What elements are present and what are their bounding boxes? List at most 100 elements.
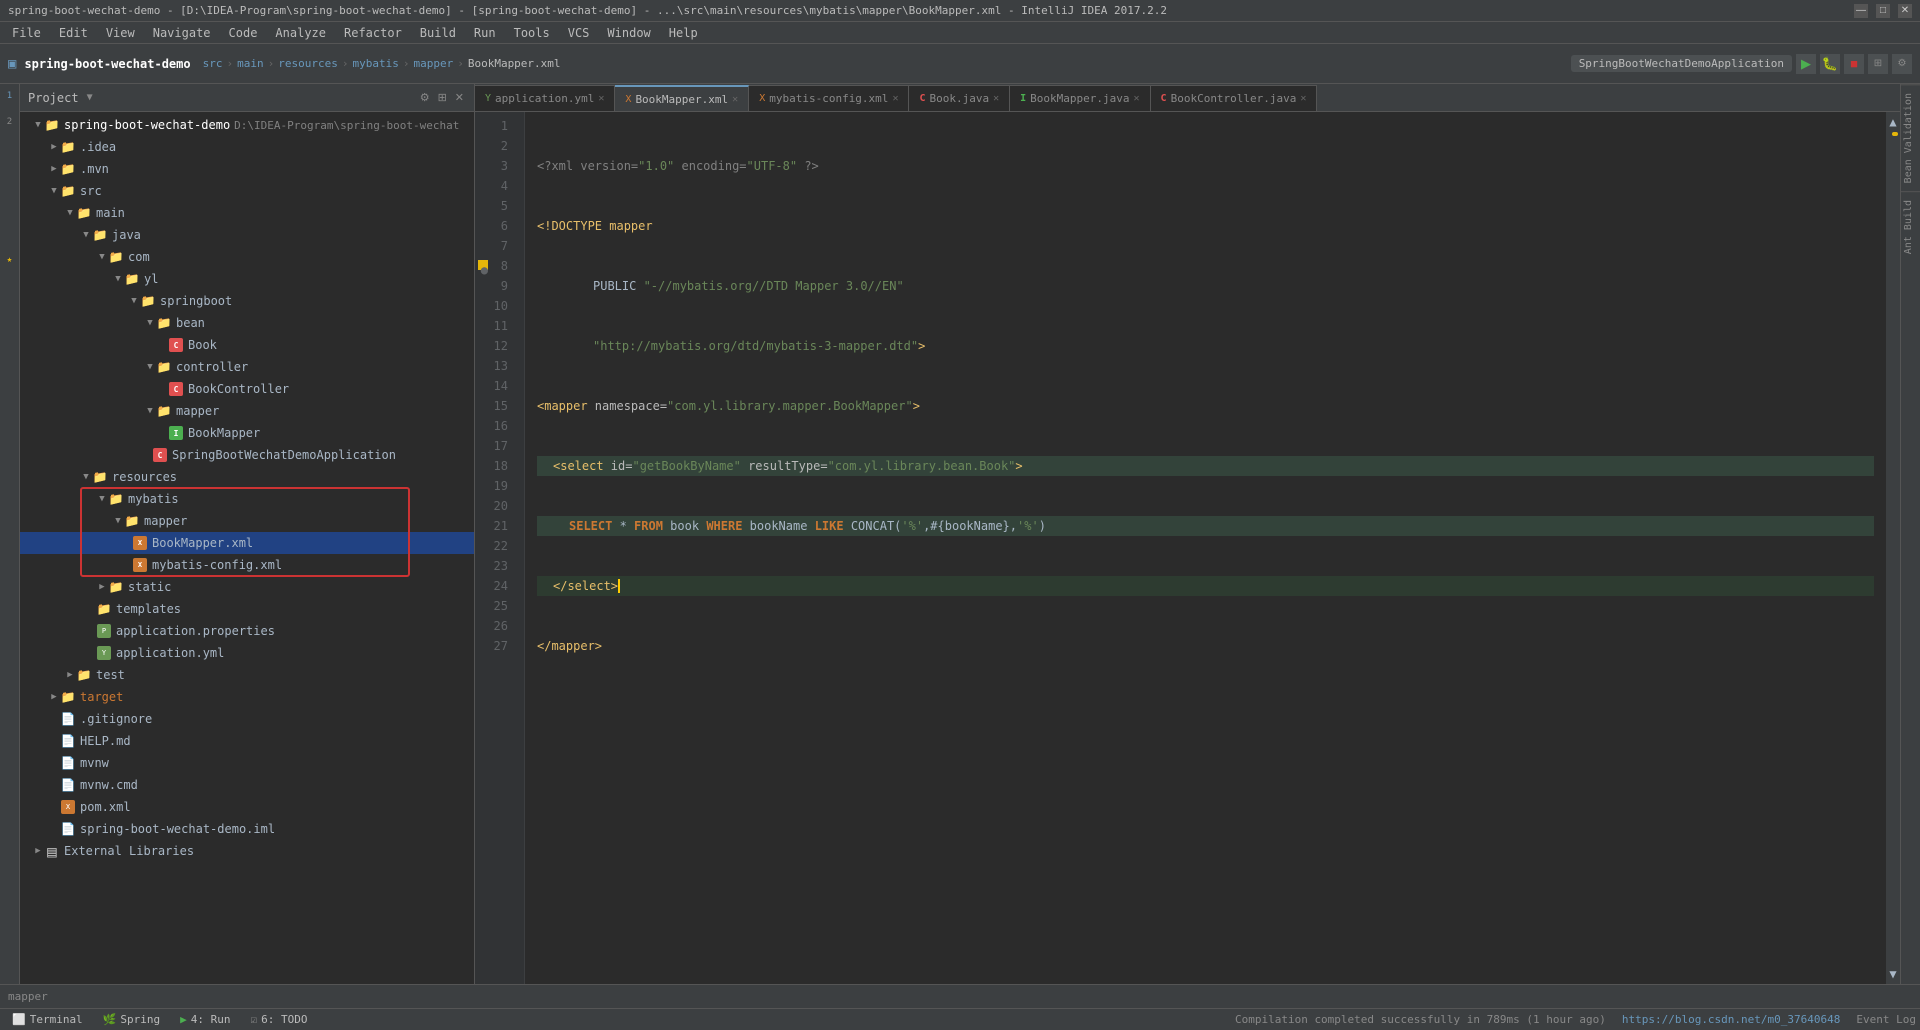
maximize-button[interactable]: □	[1876, 4, 1890, 18]
project-panel-icon[interactable]: 1	[2, 88, 18, 104]
right-panel-ant-build[interactable]: Ant Build	[1901, 191, 1920, 262]
url-link[interactable]: https://blog.csdn.net/m0_37640648	[1622, 1013, 1841, 1026]
tree-item-bookmapper-xml[interactable]: X BookMapper.xml	[20, 532, 474, 554]
breadcrumb-resources[interactable]: resources	[278, 57, 338, 70]
tab-book-java[interactable]: C Book.java ✕	[909, 85, 1010, 111]
menu-vcs[interactable]: VCS	[560, 24, 598, 42]
tree-item-mvnw-cmd[interactable]: 📄 mvnw.cmd	[20, 774, 474, 796]
settings-button[interactable]: ⚙	[1892, 54, 1912, 74]
tree-label-app-yml: application.yml	[116, 646, 224, 660]
tree-item-mvn[interactable]: ▶ 📁 .mvn	[20, 158, 474, 180]
tree-item-main[interactable]: ▼ 📁 main	[20, 202, 474, 224]
menu-help[interactable]: Help	[661, 24, 706, 42]
tree-item-templates[interactable]: 📁 templates	[20, 598, 474, 620]
editor-scrollbar[interactable]: ▲ ▼	[1886, 112, 1900, 984]
menu-refactor[interactable]: Refactor	[336, 24, 410, 42]
tree-item-target[interactable]: ▶ 📁 target	[20, 686, 474, 708]
tree-item-com[interactable]: ▼ 📁 com	[20, 246, 474, 268]
tab-close-bookmapper-java[interactable]: ✕	[1134, 93, 1140, 104]
tree-label-yl: yl	[144, 272, 158, 286]
tree-item-idea[interactable]: ▶ 📁 .idea	[20, 136, 474, 158]
minimize-button[interactable]: —	[1854, 4, 1868, 18]
tree-item-mvnw[interactable]: 📄 mvnw	[20, 752, 474, 774]
right-panel-bean-validation[interactable]: Bean Validation	[1901, 84, 1920, 191]
code-editor[interactable]: <?xml version="1.0" encoding="UTF-8" ?> …	[525, 112, 1886, 984]
toolbar-breadcrumb: src › main › resources › mybatis › mappe…	[203, 57, 561, 70]
tree-item-pom[interactable]: X pom.xml	[20, 796, 474, 818]
tree-item-gitignore[interactable]: 📄 .gitignore	[20, 708, 474, 730]
debug-button[interactable]: 🐛	[1820, 54, 1840, 74]
spring-button[interactable]: 🌿 Spring	[95, 1012, 168, 1027]
run-red-button[interactable]: ■	[1844, 54, 1864, 74]
terminal-button[interactable]: ⬜ Terminal	[4, 1012, 91, 1027]
tab-bookmapper-xml[interactable]: X BookMapper.xml ✕	[615, 85, 749, 111]
tab-close-book[interactable]: ✕	[993, 93, 999, 104]
event-log-button[interactable]: Event Log	[1856, 1013, 1916, 1026]
run-controls: SpringBootWechatDemoApplication ▶ 🐛 ■ ⊞ …	[1571, 54, 1912, 74]
tree-item-iml[interactable]: 📄 spring-boot-wechat-demo.iml	[20, 818, 474, 840]
menu-code[interactable]: Code	[221, 24, 266, 42]
favorites-icon[interactable]: ★	[2, 252, 18, 268]
tree-item-mybatis[interactable]: ▼ 📁 mybatis	[20, 488, 474, 510]
menu-view[interactable]: View	[98, 24, 143, 42]
tree-label-mybatis-config: mybatis-config.xml	[152, 558, 282, 572]
tree-item-book-java[interactable]: C Book	[20, 334, 474, 356]
tree-item-mybatis-config[interactable]: X mybatis-config.xml	[20, 554, 474, 576]
tree-item-bookcontroller[interactable]: C BookController	[20, 378, 474, 400]
tree-item-bean[interactable]: ▼ 📁 bean	[20, 312, 474, 334]
menu-run[interactable]: Run	[466, 24, 504, 42]
run-green-button[interactable]: ▶	[1796, 54, 1816, 74]
tree-item-springapp[interactable]: C SpringBootWechatDemoApplication	[20, 444, 474, 466]
breadcrumb-src[interactable]: src	[203, 57, 223, 70]
panel-gear-icon[interactable]: ⚙	[418, 91, 432, 104]
breadcrumb-mybatis[interactable]: mybatis	[352, 57, 398, 70]
tab-close-bookcontroller[interactable]: ✕	[1300, 93, 1306, 104]
run-button[interactable]: ▶ 4: Run	[172, 1012, 238, 1027]
tree-item-static[interactable]: ▶ 📁 static	[20, 576, 474, 598]
tree-item-app-props[interactable]: P application.properties	[20, 620, 474, 642]
menu-file[interactable]: File	[4, 24, 49, 42]
tree-item-java[interactable]: ▼ 📁 java	[20, 224, 474, 246]
tree-item-test[interactable]: ▶ 📁 test	[20, 664, 474, 686]
tree-item-src[interactable]: ▼ 📁 src	[20, 180, 474, 202]
tree-item-springboot[interactable]: ▼ 📁 springboot	[20, 290, 474, 312]
tree-label-target: target	[80, 690, 123, 704]
scroll-down-button[interactable]: ▼	[1886, 964, 1900, 984]
layout-button[interactable]: ⊞	[1868, 54, 1888, 74]
panel-expand-icon[interactable]: ⊞	[436, 91, 449, 104]
breadcrumb-mapper[interactable]: mapper	[413, 57, 453, 70]
tree-item-help[interactable]: 📄 HELP.md	[20, 730, 474, 752]
menu-tools[interactable]: Tools	[506, 24, 558, 42]
panel-close-icon[interactable]: ✕	[453, 91, 466, 104]
tree-item-root[interactable]: ▼ 📁 spring-boot-wechat-demo D:\IDEA-Prog…	[20, 114, 474, 136]
tree-label-src: src	[80, 184, 102, 198]
scroll-up-button[interactable]: ▲	[1886, 112, 1900, 132]
menu-window[interactable]: Window	[599, 24, 658, 42]
tree-item-yl[interactable]: ▼ 📁 yl	[20, 268, 474, 290]
tree-item-mapper-res[interactable]: ▼ 📁 mapper	[20, 510, 474, 532]
tab-bookmapper-java[interactable]: I BookMapper.java ✕	[1010, 85, 1150, 111]
scroll-track[interactable]	[1886, 132, 1900, 964]
tab-bookcontroller[interactable]: C BookController.java ✕	[1151, 85, 1318, 111]
breadcrumb-file[interactable]: BookMapper.xml	[468, 57, 561, 70]
tree-item-resources[interactable]: ▼ 📁 resources	[20, 466, 474, 488]
menu-edit[interactable]: Edit	[51, 24, 96, 42]
tab-close-yml[interactable]: ✕	[598, 93, 604, 104]
structure-icon[interactable]: 2	[2, 114, 18, 130]
tab-mybatis-config[interactable]: X mybatis-config.xml ✕	[749, 85, 909, 111]
menu-build[interactable]: Build	[412, 24, 464, 42]
tab-close-mybatis[interactable]: ✕	[892, 93, 898, 104]
tree-item-app-yml[interactable]: Y application.yml	[20, 642, 474, 664]
tree-item-controller[interactable]: ▼ 📁 controller	[20, 356, 474, 378]
tab-application-yml[interactable]: Y application.yml ✕	[475, 85, 615, 111]
tree-label-resources: resources	[112, 470, 177, 484]
tree-item-ext-libs[interactable]: ▶ ▤ External Libraries	[20, 840, 474, 862]
tree-item-mapper-pkg[interactable]: ▼ 📁 mapper	[20, 400, 474, 422]
menu-analyze[interactable]: Analyze	[267, 24, 334, 42]
close-button[interactable]: ✕	[1898, 4, 1912, 18]
tab-close-bookmapper[interactable]: ✕	[732, 94, 738, 105]
breadcrumb-main[interactable]: main	[237, 57, 264, 70]
menu-navigate[interactable]: Navigate	[145, 24, 219, 42]
tree-item-bookmapper-java[interactable]: I BookMapper	[20, 422, 474, 444]
todo-button[interactable]: ☑ 6: TODO	[243, 1012, 316, 1027]
